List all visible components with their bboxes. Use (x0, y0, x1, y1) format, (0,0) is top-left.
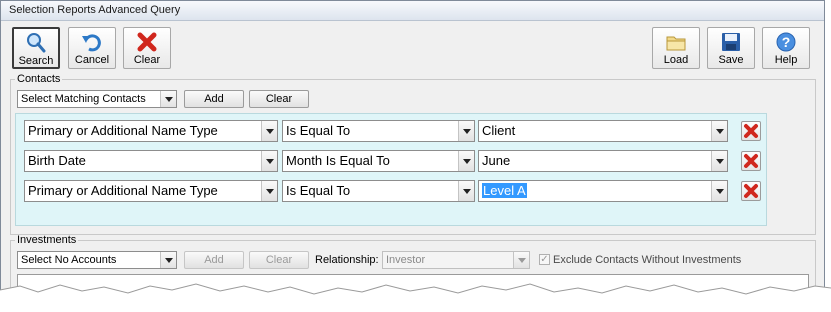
criteria-value-select[interactable]: Level A (478, 180, 728, 202)
exclude-contacts-label: Exclude Contacts Without Investments (553, 254, 742, 266)
clear-query-button[interactable]: Clear (123, 27, 171, 69)
remove-criteria-button[interactable] (741, 121, 761, 141)
search-button[interactable]: Search (12, 27, 60, 69)
advanced-query-window: Selection Reports Advanced Query Search … (0, 0, 825, 300)
chevron-down-icon[interactable] (160, 91, 176, 107)
chevron-down-icon[interactable] (711, 121, 727, 141)
magnifier-icon (14, 31, 58, 55)
save-button-label: Save (718, 54, 744, 66)
investments-add-button[interactable]: Add (184, 251, 244, 269)
search-button-label: Search (18, 55, 54, 67)
investments-legend: Investments (17, 234, 77, 246)
toolbar: Search Cancel Clear Load Save ? Help (1, 21, 824, 71)
investments-accounts-value: Select No Accounts (21, 254, 117, 266)
floppy-disk-icon (708, 30, 754, 54)
criteria-field-select[interactable]: Primary or Additional Name Type (24, 180, 278, 202)
criteria-operator-value: Is Equal To (286, 123, 351, 138)
clear-query-button-label: Clear (133, 54, 161, 66)
chevron-down-icon[interactable] (513, 252, 529, 268)
criteria-field-value: Birth Date (28, 153, 86, 168)
contacts-clear-button[interactable]: Clear (249, 90, 309, 108)
chevron-down-icon[interactable] (261, 151, 277, 171)
chevron-down-icon[interactable] (711, 151, 727, 171)
relationship-label: Relationship: (315, 254, 379, 266)
cancel-button-label: Cancel (74, 54, 110, 66)
exclude-contacts-checkbox[interactable]: ✓ (539, 254, 550, 265)
save-button[interactable]: Save (707, 27, 755, 69)
red-x-icon (744, 184, 758, 198)
criteria-value-text-selected[interactable]: Level A (482, 183, 527, 198)
relationship-value: Investor (386, 254, 426, 266)
relationship-select[interactable]: Investor (382, 251, 530, 269)
cancel-button[interactable]: Cancel (68, 27, 116, 69)
help-button[interactable]: ? Help (762, 27, 810, 69)
criteria-operator-select[interactable]: Is Equal To (282, 180, 475, 202)
contacts-add-button[interactable]: Add (184, 90, 244, 108)
contacts-match-select[interactable]: Select Matching Contacts (17, 90, 177, 108)
remove-criteria-button[interactable] (741, 181, 761, 201)
criteria-field-value: Primary or Additional Name Type (28, 183, 218, 198)
criteria-value-select[interactable]: Client (478, 120, 728, 142)
contacts-match-value: Select Matching Contacts (21, 93, 146, 105)
red-x-icon (124, 30, 170, 54)
criteria-operator-value: Month Is Equal To (286, 153, 390, 168)
remove-criteria-button[interactable] (741, 151, 761, 171)
load-button[interactable]: Load (652, 27, 700, 69)
criteria-value-select[interactable]: June (478, 150, 728, 172)
chevron-down-icon[interactable] (711, 181, 727, 201)
criteria-operator-select[interactable]: Month Is Equal To (282, 150, 475, 172)
help-button-label: Help (774, 54, 798, 66)
chevron-down-icon[interactable] (458, 151, 474, 171)
criteria-field-select[interactable]: Primary or Additional Name Type (24, 120, 278, 142)
help-question-icon: ? (763, 30, 809, 54)
undo-icon (69, 30, 115, 54)
chevron-down-icon[interactable] (458, 181, 474, 201)
red-x-icon (744, 124, 758, 138)
folder-icon (653, 30, 699, 54)
chevron-down-icon[interactable] (458, 121, 474, 141)
investments-accounts-select[interactable]: Select No Accounts (17, 251, 177, 269)
criteria-operator-select[interactable]: Is Equal To (282, 120, 475, 142)
criteria-value-text: Client (482, 123, 516, 138)
torn-edge-decoration (0, 283, 831, 312)
criteria-field-value: Primary or Additional Name Type (28, 123, 218, 138)
criteria-value-text: June (482, 153, 511, 168)
investments-clear-button[interactable]: Clear (249, 251, 309, 269)
window-title: Selection Reports Advanced Query (1, 1, 824, 21)
chevron-down-icon[interactable] (261, 181, 277, 201)
chevron-down-icon[interactable] (160, 252, 176, 268)
criteria-field-select[interactable]: Birth Date (24, 150, 278, 172)
criteria-operator-value: Is Equal To (286, 183, 351, 198)
load-button-label: Load (663, 54, 689, 66)
red-x-icon (744, 154, 758, 168)
contacts-legend: Contacts (17, 73, 61, 85)
svg-text:?: ? (782, 34, 791, 50)
chevron-down-icon[interactable] (261, 121, 277, 141)
